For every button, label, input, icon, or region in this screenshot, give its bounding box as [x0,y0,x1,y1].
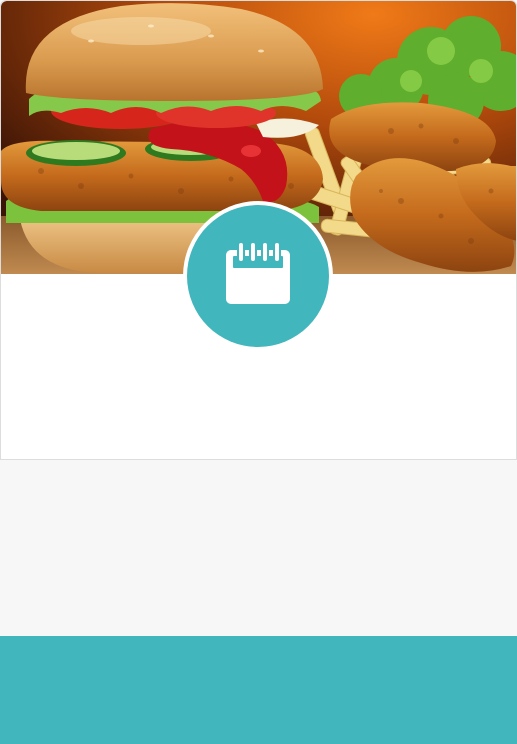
footer-bar [0,636,517,744]
event-badge-circle [187,205,329,347]
event-badge[interactable] [183,201,333,351]
calendar-icon [224,240,292,311]
page [0,0,517,744]
